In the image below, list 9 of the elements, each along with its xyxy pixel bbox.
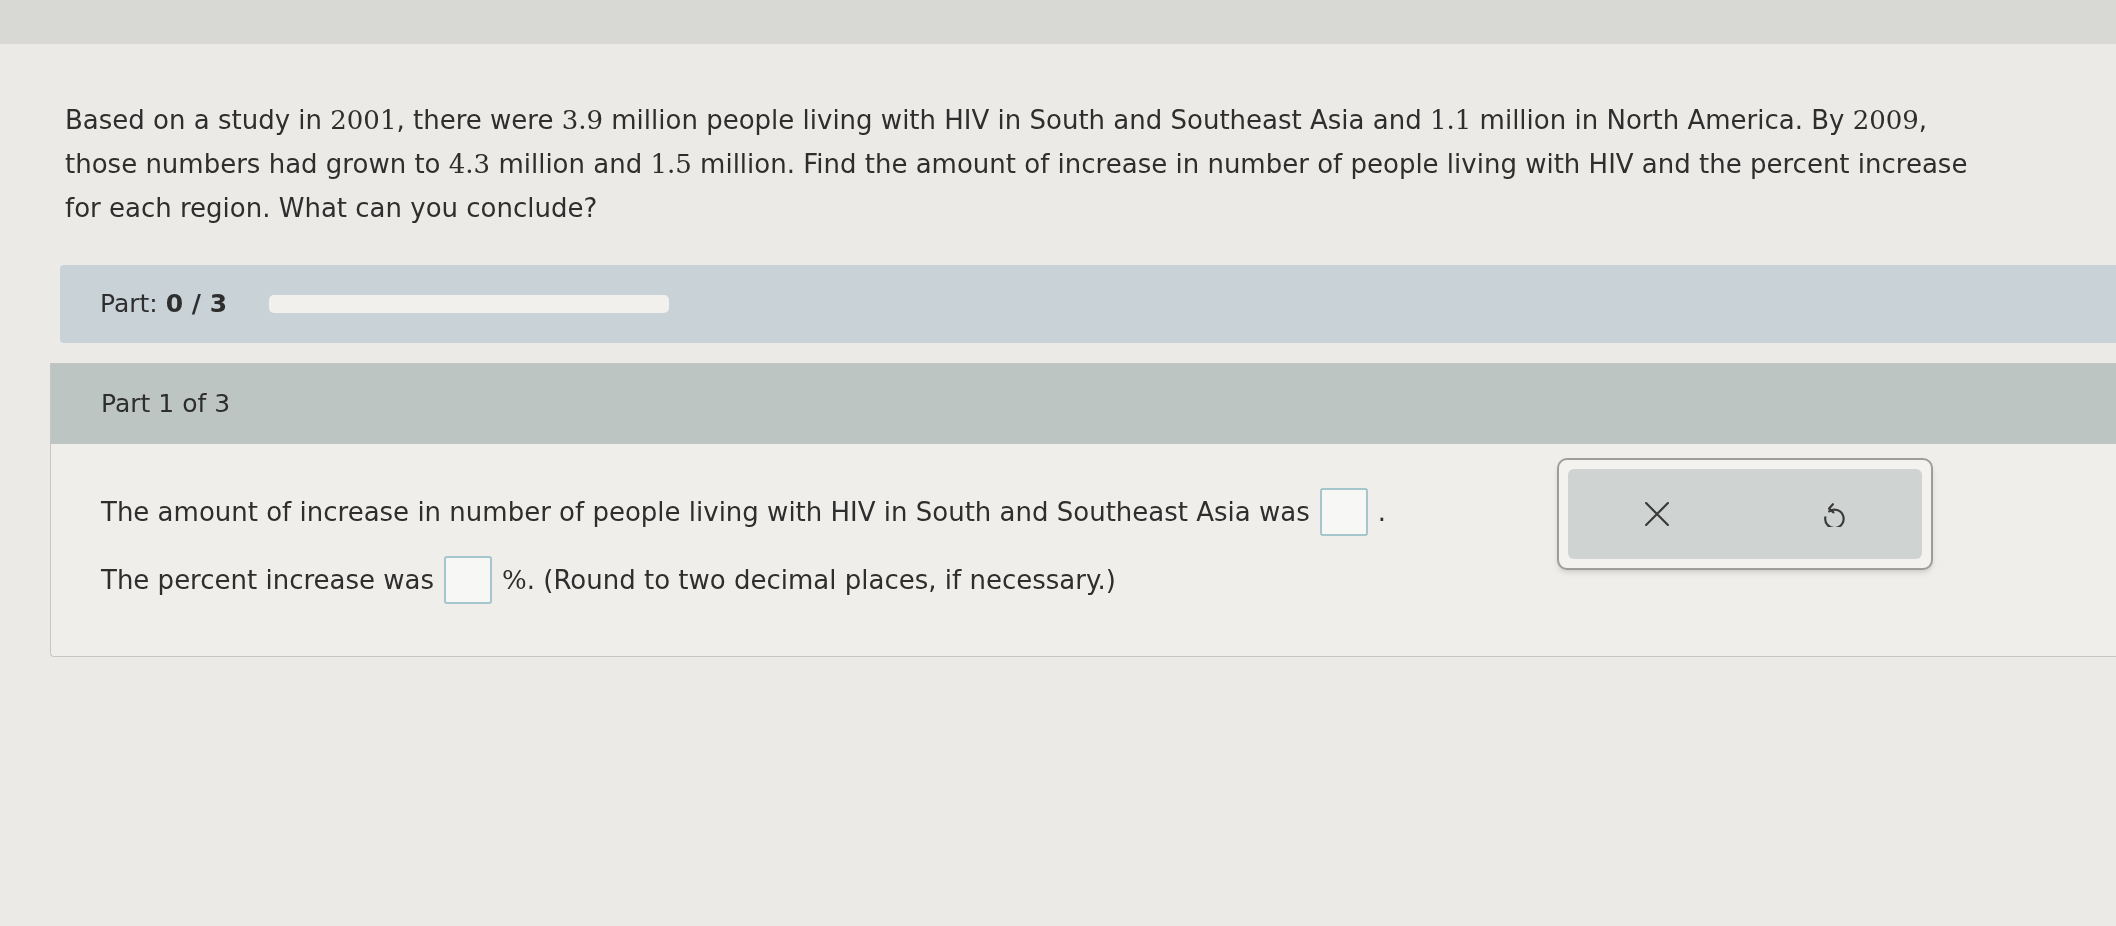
part-count-label: Part: 0 / 3 xyxy=(100,288,228,321)
x-icon xyxy=(1644,502,1669,526)
question-text: The percent increase was xyxy=(101,563,435,597)
question-text: Based on a study in 2001, there were 3.9 million people living with HIV in South and Southeast Asia and 1.1 million in North America. By 2009, those numbers had grown to 4.3 million and 1.5 million. Find the amount of increase in number of people living with HIV and the percent increase for each region. What can you conclude? xyxy=(65,104,1969,225)
question-text: %. (Round to two decimal places, if necessary.) xyxy=(502,563,1116,597)
part-title: Part 1 of 3 xyxy=(101,388,231,421)
question-text: The amount of increase in number of people living with HIV in South and Southeast Asia was xyxy=(101,495,1310,529)
question-text: . xyxy=(1377,495,1387,529)
undo-icon xyxy=(1821,501,1846,527)
